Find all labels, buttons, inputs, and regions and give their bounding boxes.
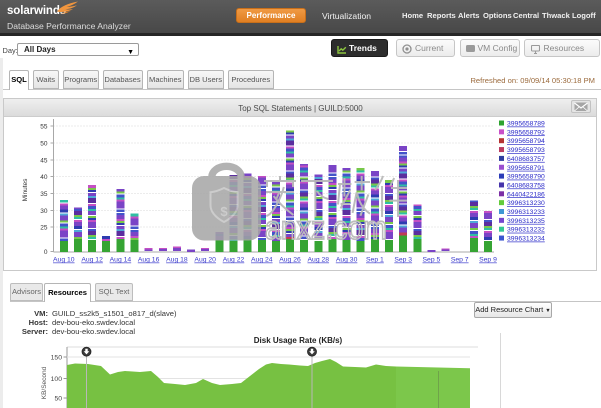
svg-text:3995658789: 3995658789 xyxy=(507,121,545,128)
svg-text:3996313235: 3996313235 xyxy=(507,218,545,225)
svg-text:Aug 14: Aug 14 xyxy=(110,257,132,264)
svg-text:Aug 18: Aug 18 xyxy=(166,257,188,264)
svg-text:Aug 30: Aug 30 xyxy=(336,257,358,264)
svg-text:Aug 26: Aug 26 xyxy=(279,257,301,264)
svg-text:Sep 9: Sep 9 xyxy=(479,257,497,264)
svg-text:3995658792: 3995658792 xyxy=(507,129,545,136)
svg-text:Sep 3: Sep 3 xyxy=(394,257,412,264)
svg-text:50: 50 xyxy=(40,140,48,147)
svg-text:Aug 12: Aug 12 xyxy=(81,257,103,264)
svg-text:Aug 22: Aug 22 xyxy=(223,257,245,264)
svg-text:40: 40 xyxy=(40,174,48,181)
svg-text:45: 45 xyxy=(40,157,48,164)
svg-text:3996313232: 3996313232 xyxy=(507,227,545,234)
svg-text:3995658790: 3995658790 xyxy=(507,174,545,181)
svg-text:Aug 16: Aug 16 xyxy=(138,257,160,264)
svg-text:$: $ xyxy=(220,204,228,219)
svg-text:0: 0 xyxy=(44,249,48,256)
svg-text:25: 25 xyxy=(40,224,48,231)
svg-text:KB/Second: KB/Second xyxy=(41,366,48,399)
svg-text:3996313234: 3996313234 xyxy=(507,236,545,243)
svg-text:100: 100 xyxy=(51,376,63,383)
svg-text:Sep 1: Sep 1 xyxy=(366,257,384,264)
svg-text:3996313230: 3996313230 xyxy=(507,200,545,207)
svg-text:Aug 28: Aug 28 xyxy=(308,257,330,264)
svg-text:anxz.com: anxz.com xyxy=(265,209,387,246)
svg-text:6408683757: 6408683757 xyxy=(507,156,545,163)
svg-text:Disk Usage Rate (KB/s): Disk Usage Rate (KB/s) xyxy=(254,336,343,345)
svg-text:3995658793: 3995658793 xyxy=(507,147,545,154)
svg-text:3995658794: 3995658794 xyxy=(507,138,545,145)
svg-text:55: 55 xyxy=(40,123,48,130)
svg-text:Minutes: Minutes xyxy=(22,178,29,202)
svg-text:150: 150 xyxy=(51,354,63,361)
svg-text:35: 35 xyxy=(40,191,48,198)
svg-text:Aug 20: Aug 20 xyxy=(194,257,216,264)
svg-text:50: 50 xyxy=(54,395,62,402)
svg-text:Sep 7: Sep 7 xyxy=(451,257,469,264)
svg-text:6408683758: 6408683758 xyxy=(507,182,545,189)
svg-text:3995658791: 3995658791 xyxy=(507,165,545,172)
svg-text:Sep 5: Sep 5 xyxy=(423,257,441,264)
svg-text:Aug 10: Aug 10 xyxy=(53,257,75,264)
svg-text:Aug 24: Aug 24 xyxy=(251,257,273,264)
svg-text:3996313233: 3996313233 xyxy=(507,209,545,216)
svg-text:30: 30 xyxy=(40,208,48,215)
svg-text:6440422186: 6440422186 xyxy=(507,191,545,198)
